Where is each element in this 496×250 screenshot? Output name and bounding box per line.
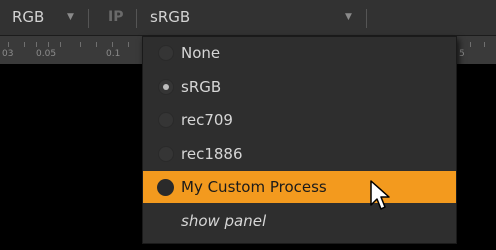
menu-item-rec709[interactable]: rec709 xyxy=(143,104,456,136)
menu-item-label: My Custom Process xyxy=(181,178,327,196)
ruler-tick xyxy=(36,42,37,47)
viewer-process-menu: None sRGB rec709 rec1886 My Custom Proce… xyxy=(142,36,457,244)
ruler-tick xyxy=(8,42,9,47)
chevron-down-icon[interactable]: ▼ xyxy=(67,0,74,35)
ruler-tick-label: 0.05 xyxy=(36,49,57,59)
menu-item-srgb[interactable]: sRGB xyxy=(143,71,456,103)
menu-item-none[interactable]: None xyxy=(143,37,456,69)
radio-icon xyxy=(157,179,174,196)
mouse-pointer-icon xyxy=(370,180,390,210)
ruler-tick-label: 5 xyxy=(459,49,465,59)
radio-checked-icon xyxy=(158,79,174,95)
toolbar-divider xyxy=(136,9,137,28)
menu-item-show-panel[interactable]: show panel xyxy=(143,205,456,237)
radio-icon xyxy=(158,45,174,61)
ruler-tick xyxy=(112,42,113,47)
ruler-tick xyxy=(96,42,97,47)
ruler-tick xyxy=(484,42,485,47)
menu-item-label: show panel xyxy=(181,212,267,230)
radio-icon xyxy=(158,146,174,162)
ruler-tick xyxy=(80,42,81,47)
channels-dropdown[interactable]: RGB xyxy=(12,0,44,35)
menu-item-label: rec1886 xyxy=(181,145,243,163)
toolbar-divider xyxy=(88,9,89,28)
ruler-tick-label: 03 xyxy=(2,49,14,59)
radio-icon xyxy=(158,112,174,128)
input-process-toggle[interactable]: IP xyxy=(108,0,123,35)
ruler-tick xyxy=(128,42,129,47)
menu-item-my-custom-process[interactable]: My Custom Process xyxy=(143,171,456,203)
ruler-tick xyxy=(24,42,25,47)
ruler-tick xyxy=(470,42,471,47)
menu-item-label: None xyxy=(181,44,221,62)
menu-item-rec1886[interactable]: rec1886 xyxy=(143,138,456,170)
menu-item-label: sRGB xyxy=(181,78,222,96)
chevron-down-icon[interactable]: ▼ xyxy=(345,0,352,35)
ruler-tick xyxy=(48,42,49,47)
ruler-tick xyxy=(60,42,61,47)
menu-item-label: rec709 xyxy=(181,111,233,129)
viewer-process-dropdown[interactable]: sRGB xyxy=(150,0,190,35)
ruler-tick-label: 0.1 xyxy=(106,49,121,59)
toolbar-divider xyxy=(366,9,367,28)
viewer-toolbar: RGB ▼ IP sRGB ▼ xyxy=(0,0,496,36)
